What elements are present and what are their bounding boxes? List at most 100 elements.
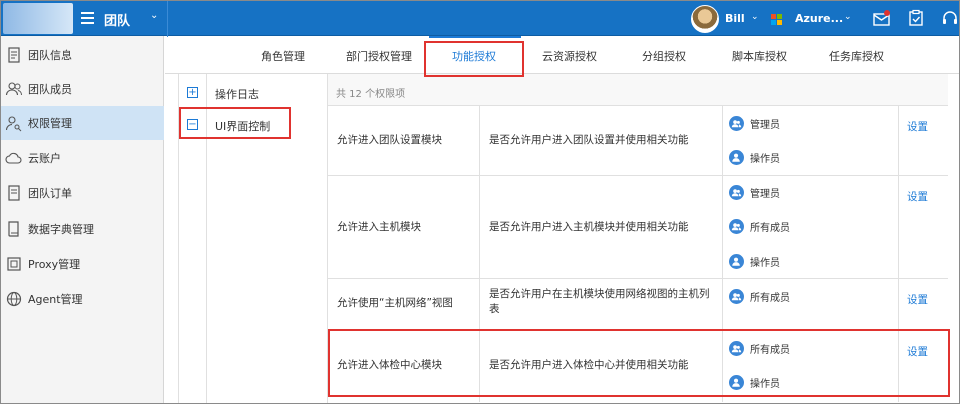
globe-icon <box>6 291 22 307</box>
permission-action-cell: 设置 <box>899 106 948 175</box>
role-label: 所有成员 <box>750 345 790 356</box>
role-tag: 所有成员 <box>729 289 790 304</box>
role-group-icon <box>729 341 744 356</box>
permission-count-bar: 共 12 个权限项 <box>328 74 948 106</box>
expand-icon[interactable]: + <box>187 87 198 98</box>
permission-desc-cell: 是否允许用户在主机模块使用网络视图的主机列表 <box>480 279 723 329</box>
role-group-icon <box>729 289 744 304</box>
sidebar-item-label: 数据字典管理 <box>28 223 94 236</box>
role-label: 管理员 <box>750 189 780 200</box>
settings-link[interactable]: 设置 <box>907 189 928 204</box>
role-label: 操作员 <box>750 154 780 165</box>
permission-name-cell: 允许进入团队设置模块 <box>328 106 480 175</box>
tree-item-ui-control[interactable]: − UI界面控制 <box>179 108 329 140</box>
permission-name: 允许使用“主机网络”视图 <box>337 297 453 309</box>
sidebar-item-data-dictionary[interactable]: 数据字典管理 <box>1 212 164 246</box>
permission-roles-cell: 管理员 所有成员 操作员 <box>723 176 899 278</box>
settings-link[interactable]: 设置 <box>907 292 928 307</box>
permission-name-cell: 允许进入体检中心模块 <box>328 330 480 402</box>
permission-action-cell: 设置 <box>899 330 948 402</box>
role-user-icon <box>729 150 744 165</box>
collapse-icon[interactable]: − <box>187 119 198 130</box>
sidebar-item-label: 云账户 <box>28 152 61 165</box>
permission-desc-cell: 是否允许用户进入主机模块并使用相关功能 <box>480 176 723 278</box>
sidebar-item-label: Agent管理 <box>28 293 83 306</box>
tree-item-operation-log[interactable]: + 操作日志 <box>179 76 329 108</box>
permission-roles-cell: 所有成员 操作员 <box>723 330 899 402</box>
sidebar-item-label: 团队订单 <box>28 187 72 200</box>
tenant-name[interactable]: Azure... <box>795 12 843 25</box>
microsoft-icon <box>771 14 782 25</box>
tab-department-auth[interactable]: 部门授权管理 <box>346 48 412 64</box>
user-key-icon <box>5 116 22 132</box>
role-group-icon <box>729 219 744 234</box>
menu-icon[interactable] <box>81 12 94 24</box>
active-tab-indicator <box>429 36 521 38</box>
sidebar-item-permissions[interactable]: 权限管理 <box>1 106 164 140</box>
role-tag: 管理员 <box>729 116 780 131</box>
settings-link[interactable]: 设置 <box>907 344 928 359</box>
sidebar-item-team-members[interactable]: 团队成员 <box>1 72 164 106</box>
table-row: 允许进入主机模块 是否允许用户进入主机模块并使用相关功能 管理员 所有成员 操作… <box>328 176 948 279</box>
permission-name-cell: 允许使用“主机网络”视图 <box>328 279 480 329</box>
permission-roles-cell: 管理员 操作员 <box>723 106 899 175</box>
role-tag: 所有成员 <box>729 219 790 234</box>
tab-task-library-auth[interactable]: 任务库授权 <box>829 48 884 64</box>
order-icon <box>8 185 20 201</box>
sidebar-item-agent[interactable]: Agent管理 <box>1 282 164 316</box>
role-group-icon <box>729 185 744 200</box>
role-user-icon <box>729 375 744 390</box>
sidebar-item-team-info[interactable]: 团队信息 <box>1 38 164 72</box>
mail-notification-icon[interactable] <box>873 9 891 27</box>
role-tag: 操作员 <box>729 150 780 165</box>
permission-desc: 是否允许用户在主机模块使用网络视图的主机列表 <box>489 288 710 315</box>
top-bar: 团队 ⌄ Bill ⌄ Azure... ⌄ <box>0 0 960 37</box>
clipboard-check-icon[interactable] <box>907 9 925 27</box>
chevron-down-icon[interactable]: ⌄ <box>844 12 852 22</box>
role-label: 操作员 <box>750 379 780 390</box>
role-label: 管理员 <box>750 120 780 131</box>
proxy-icon <box>7 257 21 271</box>
role-label: 操作员 <box>750 258 780 269</box>
user-name[interactable]: Bill <box>725 12 745 25</box>
headset-icon[interactable] <box>941 9 959 27</box>
tree-item-label: 操作日志 <box>215 88 259 101</box>
chevron-down-icon[interactable]: ⌄ <box>751 12 759 22</box>
tab-bar: 角色管理 部门授权管理 功能授权 云资源授权 分组授权 脚本库授权 任务库授权 <box>165 36 960 74</box>
table-row: 允许进入团队设置模块 是否允许用户进入团队设置并使用相关功能 管理员 操作员 设… <box>328 106 948 176</box>
permission-count: 共 12 个权限项 <box>336 89 406 100</box>
sidebar-item-team-orders[interactable]: 团队订单 <box>1 176 164 210</box>
tab-role-management[interactable]: 角色管理 <box>261 48 305 64</box>
permission-roles-cell: 所有成员 <box>723 279 899 329</box>
sidebar-item-cloud-account[interactable]: 云账户 <box>1 141 164 175</box>
tab-script-library-auth[interactable]: 脚本库授权 <box>732 48 787 64</box>
sidebar: 团队信息 团队成员 权限管理 云账户 团队订单 数据字典管理 Proxy管理 A… <box>0 36 164 404</box>
role-user-icon <box>729 254 744 269</box>
brand-logo[interactable] <box>3 3 73 34</box>
permission-action-cell: 设置 <box>899 176 948 278</box>
team-title[interactable]: 团队 <box>104 10 130 29</box>
document-icon <box>8 47 20 63</box>
permission-desc: 是否允许用户进入体检中心并使用相关功能 <box>489 359 689 371</box>
cloud-icon <box>5 152 22 164</box>
book-icon <box>8 221 19 237</box>
sidebar-item-label: 团队成员 <box>28 83 72 96</box>
role-tag: 管理员 <box>729 185 780 200</box>
permission-action-cell: 设置 <box>899 279 948 329</box>
avatar[interactable] <box>691 5 719 33</box>
tab-group-auth[interactable]: 分组授权 <box>642 48 686 64</box>
chevron-down-icon[interactable]: ⌄ <box>150 10 158 21</box>
tab-cloud-resource-auth[interactable]: 云资源授权 <box>542 48 597 64</box>
permission-desc: 是否允许用户进入团队设置并使用相关功能 <box>489 134 689 146</box>
settings-link[interactable]: 设置 <box>907 119 928 134</box>
sidebar-item-proxy[interactable]: Proxy管理 <box>1 247 164 281</box>
tab-function-auth[interactable]: 功能授权 <box>452 48 496 64</box>
role-label: 所有成员 <box>750 293 790 304</box>
role-tag: 所有成员 <box>729 341 790 356</box>
tree-item-label: UI界面控制 <box>215 120 271 133</box>
table-row: 允许使用“主机网络”视图 是否允许用户在主机模块使用网络视图的主机列表 所有成员… <box>328 279 948 330</box>
role-group-icon <box>729 116 744 131</box>
permission-name: 允许进入体检中心模块 <box>337 359 442 371</box>
permission-name: 允许进入主机模块 <box>337 221 421 233</box>
role-tag: 操作员 <box>729 254 780 269</box>
